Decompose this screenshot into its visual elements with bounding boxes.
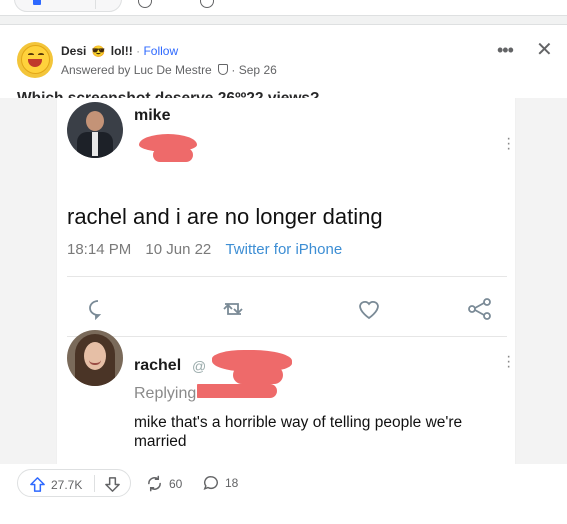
author-emoji: 😎 — [91, 46, 106, 58]
heart-icon — [357, 298, 381, 320]
embedded-screenshot[interactable]: mike · · · rachel and i are no longer dati… — [56, 98, 516, 464]
share-button[interactable]: 60 — [146, 475, 182, 492]
previous-vote-pill[interactable] — [14, 0, 122, 12]
comment-count: 18 — [225, 476, 239, 490]
vote-pill: 27.7K — [17, 469, 131, 497]
share-icon[interactable] — [138, 0, 152, 8]
shield-icon — [218, 64, 229, 75]
retweet-icon — [220, 298, 246, 320]
vote-divider — [95, 0, 96, 9]
mike-avatar — [67, 102, 123, 158]
upvote-icon[interactable] — [29, 476, 46, 498]
author-line: Desi 😎 lol!! · Follow — [61, 44, 178, 58]
tweet-text: rachel and i are no longer dating — [67, 204, 383, 229]
follow-button[interactable]: Follow — [143, 44, 178, 58]
image-margin-left — [0, 98, 56, 464]
previous-card-strip — [0, 0, 567, 16]
reply-handle: @ — [192, 358, 207, 374]
close-icon[interactable]: ✕ — [536, 40, 553, 60]
tweet-meta: 18:14 PM 10 Jun 22 Twitter for iPhone — [67, 241, 342, 258]
answer-date[interactable]: · Sep 26 — [231, 63, 276, 77]
answered-by[interactable]: Answered by Luc De Mestre — [61, 63, 212, 77]
reply-text-line1: mike that's a horrible way of telling pe… — [134, 414, 463, 431]
author-name[interactable]: Desi — [61, 44, 86, 58]
vote-divider — [94, 475, 95, 492]
more-vertical-icon: · · · — [506, 348, 512, 375]
redaction-mark — [197, 384, 277, 398]
share-icon — [467, 298, 493, 320]
avatar-tie — [92, 132, 98, 156]
avatar-head — [86, 111, 104, 131]
emoji-eye-left — [28, 53, 34, 56]
tweet-source: Twitter for iPhone — [225, 241, 343, 258]
author-suffix[interactable]: lol!! — [111, 44, 133, 58]
tweet-divider — [67, 276, 507, 277]
image-margin-right — [516, 98, 567, 464]
answer-meta: Answered by Luc De Mestre · Sep 26 — [61, 63, 277, 77]
downvote-icon[interactable] — [104, 476, 121, 498]
share-count: 60 — [169, 476, 183, 491]
reply-icon — [87, 298, 109, 320]
redaction-mark — [153, 148, 193, 162]
reply-author-name: rachel — [134, 357, 182, 374]
reply-text-line2: married — [134, 433, 187, 450]
tweet-divider — [67, 336, 507, 337]
comment-icon — [203, 476, 218, 491]
tweet-time: 18:14 PM — [67, 241, 132, 258]
tweet-date: 10 Jun 22 — [145, 241, 212, 258]
answer-actions: 27.7K 60 18 — [0, 468, 567, 500]
redaction-mark — [233, 366, 283, 384]
comment-icon[interactable] — [200, 0, 214, 8]
more-horizontal-icon[interactable]: ••• — [497, 40, 514, 61]
emoji-eye-right — [38, 53, 44, 56]
tweet-author-name: mike — [134, 107, 171, 124]
rachel-avatar — [67, 330, 123, 386]
author-avatar[interactable] — [17, 42, 53, 78]
upvote-active-icon — [33, 0, 41, 5]
avatar-face — [84, 342, 106, 370]
share-icon — [148, 475, 161, 492]
comment-button[interactable]: 18 — [203, 475, 238, 491]
more-vertical-icon: · · · — [506, 130, 512, 157]
upvote-count[interactable]: 27.7K — [51, 478, 82, 492]
